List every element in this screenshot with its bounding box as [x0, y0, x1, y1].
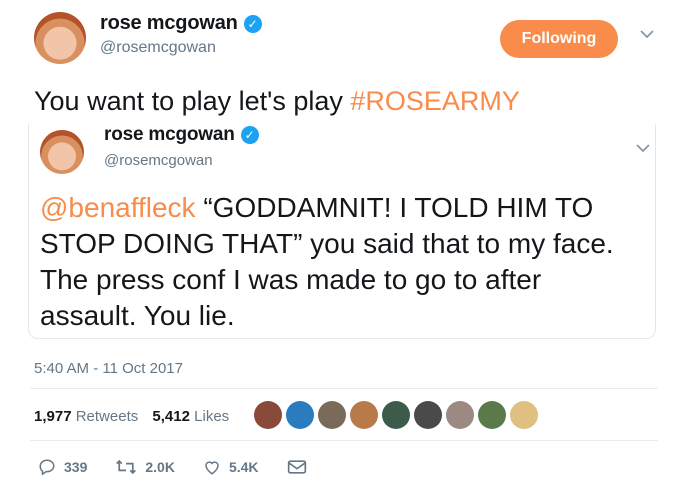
quoted-chevron-down-icon[interactable]: [636, 140, 650, 158]
verified-icon: ✓: [243, 15, 262, 33]
direct-message-button[interactable]: [287, 459, 315, 475]
tweet-text: You want to play let's play #ROSEARMY: [34, 86, 520, 117]
liker-avatar-1[interactable]: [254, 401, 282, 429]
liker-avatar-2[interactable]: [286, 401, 314, 429]
liker-avatar-7[interactable]: [446, 401, 474, 429]
reply-count: 339: [64, 459, 88, 475]
divider: [30, 440, 658, 441]
tweet-actions: 339 2.0K 5.4K: [38, 458, 343, 476]
chevron-down-icon[interactable]: [640, 26, 654, 44]
author-name-row[interactable]: rose mcgowan ✓: [100, 12, 262, 35]
liker-avatar-4[interactable]: [350, 401, 378, 429]
quoted-tweet-text: @benaffleck “GODDAMNIT! I TOLD HIM TO ST…: [40, 190, 640, 334]
retweet-count: 2.0K: [145, 459, 175, 475]
likes-count: 5,412: [152, 408, 190, 425]
following-button[interactable]: Following: [500, 20, 618, 58]
hashtag-link[interactable]: #ROSEARMY: [350, 86, 520, 116]
retweets-label: Retweets: [75, 408, 139, 425]
like-count: 5.4K: [228, 459, 259, 475]
liker-avatar-9[interactable]: [510, 401, 538, 429]
mention-link[interactable]: @benaffleck: [40, 192, 196, 223]
author-name[interactable]: rose mcgowan: [100, 12, 238, 34]
quoted-author-handle[interactable]: @rosemcgowan: [104, 152, 259, 169]
author-handle[interactable]: @rosemcgowan: [100, 39, 262, 57]
divider: [30, 388, 658, 389]
tweet-timestamp[interactable]: 5:40 AM - 11 Oct 2017: [34, 360, 183, 377]
likes-stat[interactable]: 5,412 Likes: [152, 408, 229, 425]
retweets-stat[interactable]: 1,977 Retweets: [34, 408, 138, 425]
reply-icon: [39, 459, 55, 476]
quoted-author-name[interactable]: rose mcgowan: [104, 124, 235, 145]
liker-avatar-6[interactable]: [414, 401, 442, 429]
liker-avatar-5[interactable]: [382, 401, 410, 429]
reply-button[interactable]: 339: [38, 458, 87, 476]
like-button[interactable]: 5.4K: [203, 458, 259, 476]
liker-avatars: [254, 401, 542, 429]
likes-label: Likes: [194, 408, 230, 425]
tweet-text-prefix: You want to play let's play: [34, 86, 351, 116]
liker-avatar-8[interactable]: [478, 401, 506, 429]
liker-avatar-3[interactable]: [318, 401, 346, 429]
quoted-verified-icon: ✓: [240, 126, 259, 144]
author-avatar[interactable]: [34, 12, 86, 64]
envelope-icon: [287, 460, 306, 474]
engagement-stats: 1,977 Retweets 5,412 Likes: [34, 408, 229, 425]
retweet-button[interactable]: 2.0K: [115, 458, 175, 476]
heart-icon: [205, 461, 219, 475]
retweets-count: 1,977: [34, 408, 72, 425]
retweet-icon: [116, 459, 137, 475]
quoted-author-avatar[interactable]: [40, 130, 84, 174]
